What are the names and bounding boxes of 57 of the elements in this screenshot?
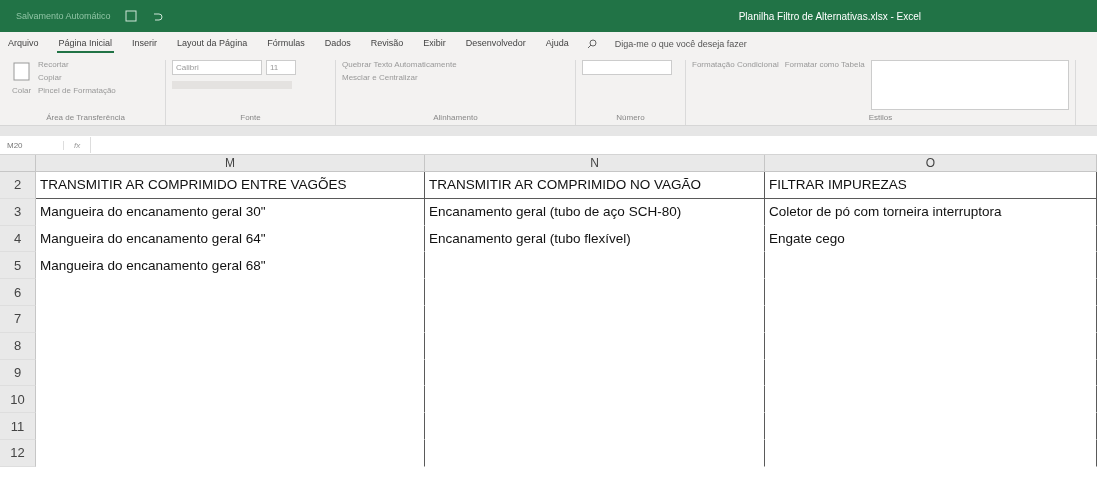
search-icon [586, 39, 597, 49]
table-cell: Engate cego [765, 225, 1097, 253]
ribbon-tab[interactable]: Página Inicial [56, 35, 115, 53]
row-header[interactable]: 2 [0, 172, 36, 199]
ribbon-tab[interactable]: Inserir [130, 35, 160, 53]
ribbon-tab[interactable]: Dados [322, 35, 353, 53]
name-box[interactable]: M20 [4, 140, 64, 150]
styles-gallery[interactable] [870, 60, 1069, 110]
copy-label: Copiar [38, 73, 63, 82]
row-header[interactable]: 5 [0, 252, 36, 280]
row-header[interactable]: 10 [0, 386, 36, 414]
tell-me-field[interactable]: Diga-me o que você deseja fazer [612, 38, 813, 50]
ribbon-tab[interactable]: Fórmulas [265, 35, 307, 53]
column-header[interactable]: N [425, 155, 765, 172]
conditional-format-label: Formatação Condicional [692, 60, 779, 69]
merge-center-label: Mesclar e Centralizar [342, 73, 419, 82]
row-header[interactable]: 12 [0, 439, 36, 467]
paste-label: Colar [12, 86, 32, 95]
row-header[interactable]: 8 [0, 332, 36, 360]
format-table-label: Formatar como Tabela [784, 60, 865, 69]
table-cell: Mangueira do encanamento geral 64" [36, 225, 425, 253]
row-header[interactable]: 6 [0, 279, 36, 306]
select-all-corner[interactable] [0, 155, 36, 172]
autosave-label: Salvamento Automático [16, 11, 111, 21]
table-cell: TRANSMITIR AR COMPRIMIDO NO VAGÃO [425, 172, 765, 199]
ribbon-tab[interactable]: Desenvolvedor [463, 35, 528, 53]
row-header[interactable]: 7 [0, 306, 36, 333]
column-header[interactable]: O [765, 155, 1097, 172]
group-label: Número [615, 113, 646, 124]
ribbon-tab[interactable]: Exibir [421, 35, 448, 53]
table-cell: TRANSMITIR AR COMPRIMIDO ENTRE VAGÕES [36, 172, 425, 199]
table-cell: Encanamento geral (tubo de aço SCH-80) [425, 198, 765, 226]
number-format-field[interactable] [582, 60, 672, 75]
ribbon-tab[interactable]: Ajuda [543, 35, 571, 53]
table-cell: Encanamento geral (tubo flexível) [425, 225, 765, 253]
format-painter-label: Pincel de Formatação [38, 86, 116, 95]
save-icon [124, 10, 137, 22]
wrap-text-label: Quebrar Texto Automaticamente [342, 60, 457, 69]
table-cell: Coletor de pó com torneira interruptora [765, 198, 1097, 226]
clipboard-icon [12, 60, 32, 82]
table-cell: Mangueira do encanamento geral 30" [36, 198, 425, 226]
window-title: Planilha Filtro de Alternativas.xlsx - Excel [738, 10, 921, 22]
column-header[interactable]: M [36, 155, 425, 172]
table-cell: FILTRAR IMPUREZAS [765, 172, 1097, 199]
ribbon-tab[interactable]: Revisão [368, 35, 406, 53]
ribbon-tab[interactable]: Layout da Página [175, 35, 250, 53]
row-header[interactable]: 11 [0, 413, 36, 440]
group-label: Área de Transferência [45, 113, 126, 124]
ribbon-tab[interactable]: Arquivo [6, 35, 41, 53]
cut-label: Recortar [38, 60, 70, 69]
group-label: Alinhamento [432, 113, 479, 124]
table-cell: Mangueira do encanamento geral 68" [36, 252, 425, 280]
row-header[interactable]: 4 [0, 225, 36, 253]
row-header[interactable]: 3 [0, 198, 36, 226]
row-header[interactable]: 9 [0, 359, 36, 387]
group-label: Estilos [867, 113, 894, 124]
group-label: Fonte [239, 113, 262, 124]
